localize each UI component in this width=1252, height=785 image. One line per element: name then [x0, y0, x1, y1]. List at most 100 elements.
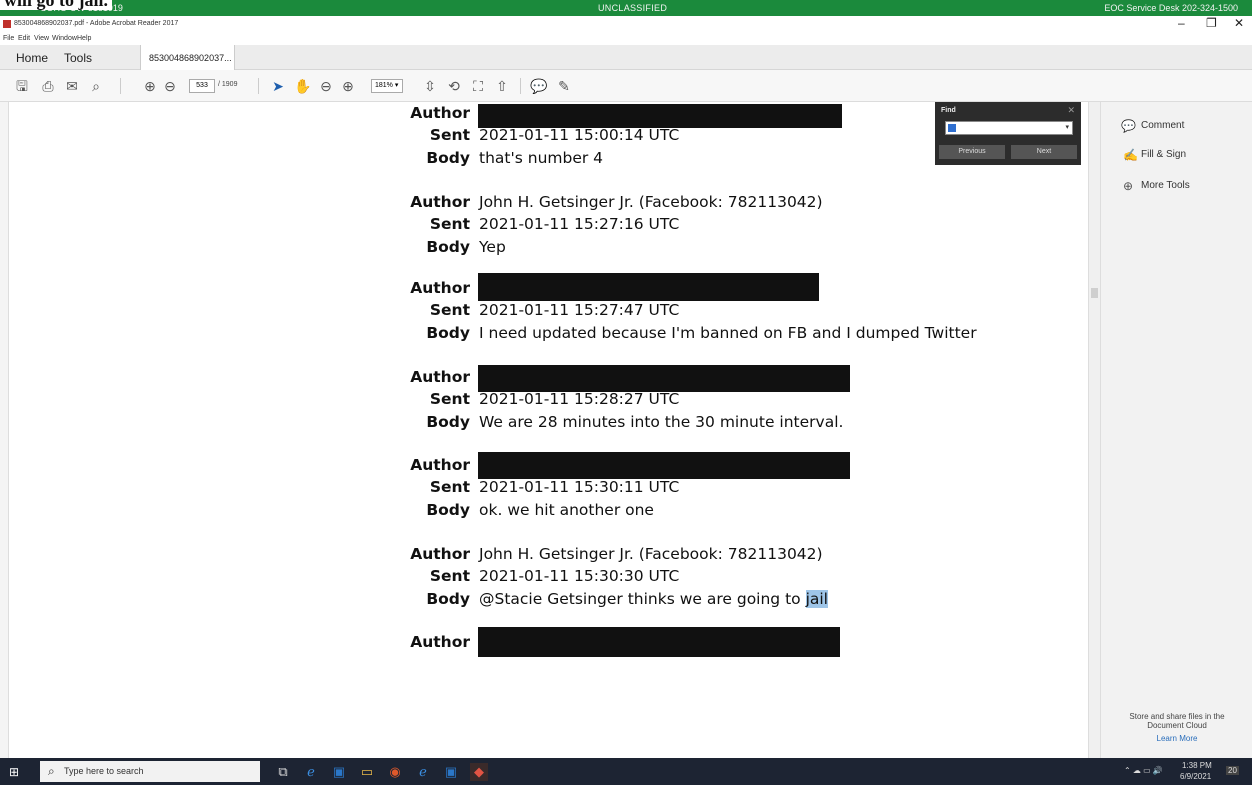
tab-tools[interactable]: Tools — [64, 51, 92, 65]
edge-browser-icon[interactable]: ℯ — [414, 763, 432, 781]
system-tray-icons[interactable]: ⌃ ☁ ▭ 🔊 — [1124, 766, 1163, 775]
chrome-icon[interactable]: ◉ — [386, 763, 404, 781]
left-panel-collapse[interactable] — [0, 102, 9, 758]
window-title: 853004868902037.pdf - Adobe Acrobat Read… — [14, 20, 179, 27]
find-close-icon[interactable]: ✕ — [1067, 105, 1075, 116]
tab-document[interactable]: 853004868902037... × — [140, 45, 235, 70]
vertical-scrollbar[interactable] — [1088, 102, 1100, 758]
print-icon[interactable]: ⎙ — [40, 78, 56, 94]
sent-value: 2021-01-11 15:30:11 UTC — [479, 478, 680, 496]
sent-value: 2021-01-11 15:27:47 UTC — [479, 301, 680, 319]
right-tools-panel: 💬 Comment ✍ Fill & Sign ⊕ More Tools — [1100, 102, 1252, 758]
sent-value: 2021-01-11 15:30:30 UTC — [479, 567, 680, 585]
window-titlebar: 853004868902037.pdf - Adobe Acrobat Read… — [0, 16, 1252, 32]
save-icon[interactable]: 🖫 — [14, 78, 30, 94]
scrollbar-thumb[interactable] — [1091, 288, 1098, 298]
author-label: Author — [410, 545, 470, 563]
zoom-out-icon[interactable]: ⊖ — [318, 78, 334, 94]
menu-edit[interactable]: Edit — [18, 35, 30, 42]
overlay-caption: will go to jail. — [0, 0, 112, 10]
fill-sign-tool[interactable]: ✍ Fill & Sign — [1123, 148, 1187, 162]
task-view-icon[interactable]: ⧉ — [274, 763, 292, 781]
page-total: / 1909 — [218, 81, 238, 88]
toolbar-divider — [520, 78, 521, 94]
sent-value: 2021-01-11 15:27:16 UTC — [479, 215, 680, 233]
plus-circle-icon: ⊕ — [1123, 179, 1134, 193]
sent-value: 2021-01-11 15:28:27 UTC — [479, 390, 680, 408]
chevron-down-icon[interactable]: ▾ — [1065, 123, 1069, 131]
page-down-icon[interactable]: ⊖ — [162, 78, 178, 94]
body-label: Body — [426, 324, 470, 342]
author-value: John H. Getsinger Jr. (Facebook: 7821130… — [479, 545, 823, 563]
search-highlight: jail — [805, 590, 828, 608]
pen-icon: ✍ — [1123, 148, 1138, 162]
taskbar-time: 1:38 PM — [1182, 761, 1212, 770]
sent-label: Sent — [429, 567, 470, 585]
find-previous-button[interactable]: Previous — [939, 145, 1005, 159]
body-value: I need updated because I'm banned on FB … — [479, 324, 977, 342]
find-dialog: Find ✕ ▾ Previous Next — [935, 102, 1081, 165]
body-value: ok. we hit another one — [479, 501, 654, 519]
scroll-mode-icon[interactable]: ⇧ — [494, 78, 510, 94]
toolbar-divider — [258, 78, 259, 94]
document-cloud-promo: Store and share files in the Document Cl… — [1112, 712, 1242, 743]
close-button[interactable]: ✕ — [1234, 16, 1244, 30]
author-label: Author — [410, 633, 470, 651]
notifications-badge[interactable]: 20 — [1226, 766, 1239, 775]
zoom-dropdown[interactable]: 181% ▾ — [371, 79, 403, 93]
select-pointer-icon[interactable]: ➤ — [270, 78, 286, 94]
author-label: Author — [410, 193, 470, 211]
menu-help[interactable]: Help — [77, 35, 91, 42]
pen-icon[interactable]: ✎ — [556, 78, 572, 94]
ie-browser-icon[interactable]: ℯ — [302, 763, 320, 781]
zoom-in-icon[interactable]: ⊕ — [340, 78, 356, 94]
sent-label: Sent — [429, 215, 470, 233]
fill-sign-label: Fill & Sign — [1141, 149, 1187, 160]
author-value: John H. Getsinger Jr. (Facebook: 7821130… — [479, 193, 823, 211]
menu-bar: File Edit View Window Help — [0, 32, 1252, 45]
sent-label: Sent — [429, 301, 470, 319]
fullscreen-icon[interactable]: ⛶ — [470, 78, 486, 94]
taskbar-search-box[interactable]: ⌕ Type here to search — [40, 761, 260, 782]
acrobat-taskbar-icon[interactable]: ◆ — [470, 763, 488, 781]
comment-icon[interactable]: 💬 — [530, 78, 547, 94]
maximize-button[interactable]: ❐ — [1206, 16, 1217, 30]
screen: COHO-UW-5181919 UNCLASSIFIED EOC Service… — [0, 0, 1252, 785]
body-value: @Stacie Getsinger thinks we are going to… — [479, 590, 828, 608]
find-input-selection — [948, 124, 956, 132]
redaction-bar — [478, 273, 819, 301]
menu-file[interactable]: File — [3, 35, 14, 42]
fit-page-icon[interactable]: ⇳ — [422, 78, 438, 94]
menu-view[interactable]: View — [34, 35, 49, 42]
main-toolbar: 🖫 ⎙ ✉ ⌕ ⊕ ⊖ 533 / 1909 ➤ ✋ ⊖ ⊕ 181% ▾ ⇳ … — [0, 70, 1252, 102]
find-input[interactable]: ▾ — [945, 121, 1073, 135]
sent-label: Sent — [429, 390, 470, 408]
sent-label: Sent — [429, 126, 470, 144]
email-icon[interactable]: ✉ — [64, 78, 80, 94]
rotate-icon[interactable]: ⟲ — [446, 78, 462, 94]
file-explorer-icon[interactable]: ▭ — [358, 763, 376, 781]
comment-bubble-icon: 💬 — [1121, 119, 1136, 133]
banner-classification: UNCLASSIFIED — [598, 3, 668, 13]
windows-taskbar: ⊞ ⌕ Type here to search ⧉ ℯ ▣ ▭ ◉ ℯ ▣ ◆ … — [0, 758, 1252, 785]
word-icon[interactable]: ▣ — [442, 763, 460, 781]
more-tools-label: More Tools — [1141, 180, 1190, 191]
windows-start-icon[interactable]: ⊞ — [9, 765, 19, 779]
menu-window[interactable]: Window — [52, 35, 77, 42]
author-label: Author — [410, 279, 470, 297]
page-up-icon[interactable]: ⊕ — [142, 78, 158, 94]
page-number-input[interactable]: 533 — [189, 79, 215, 93]
body-text: @Stacie Getsinger thinks we are going to — [479, 590, 806, 608]
comment-tool[interactable]: 💬 Comment — [1121, 119, 1184, 133]
tab-home[interactable]: Home — [16, 51, 48, 65]
sent-label: Sent — [429, 478, 470, 496]
acrobat-app-icon — [3, 20, 11, 28]
search-icon[interactable]: ⌕ — [88, 78, 104, 94]
find-next-button[interactable]: Next — [1011, 145, 1077, 159]
minimize-button[interactable]: – — [1178, 16, 1185, 30]
hand-tool-icon[interactable]: ✋ — [294, 78, 311, 94]
learn-more-link[interactable]: Learn More — [1112, 734, 1242, 743]
outlook-icon[interactable]: ▣ — [330, 763, 348, 781]
author-label: Author — [410, 456, 470, 474]
more-tools[interactable]: ⊕ More Tools — [1123, 179, 1190, 193]
